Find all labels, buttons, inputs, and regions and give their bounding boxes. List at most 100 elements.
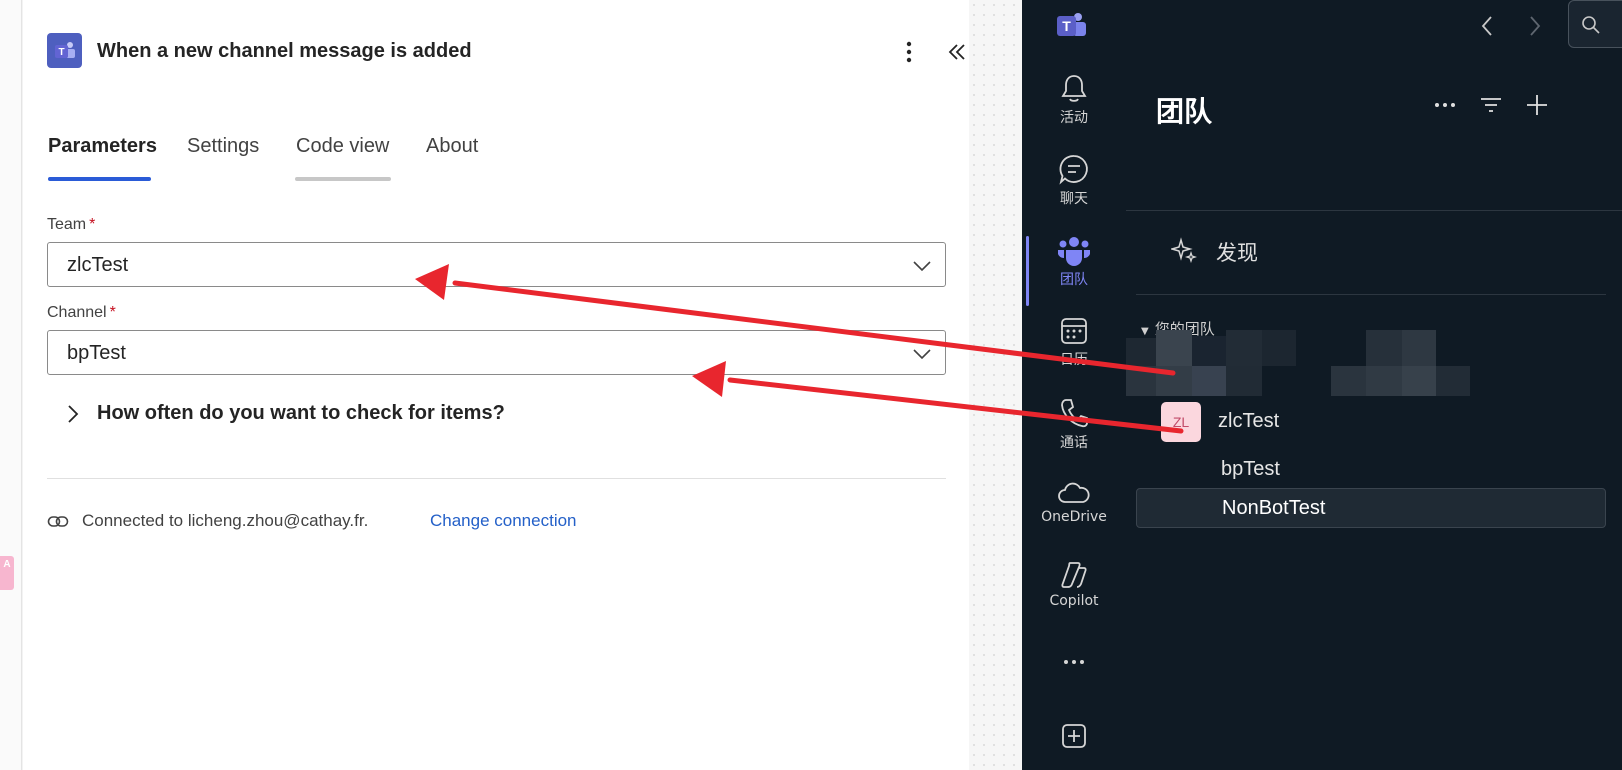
connection-text: Connected to licheng.zhou@cathay.fr.	[82, 511, 369, 530]
rail-label: 通话	[1060, 435, 1088, 451]
redacted-block	[1402, 330, 1436, 366]
redacted-block	[1192, 366, 1226, 396]
tab-active-indicator	[48, 177, 151, 181]
rail-chat[interactable]: 聊天	[1022, 153, 1126, 223]
more-options-button[interactable]	[899, 37, 919, 67]
change-connection-link[interactable]: Change connection	[430, 511, 577, 531]
tab-code-view[interactable]: Code view	[296, 135, 389, 158]
teams-logo-icon: T	[47, 33, 82, 68]
channel-dropdown-value: bpTest	[67, 342, 126, 364]
tab-settings[interactable]: Settings	[187, 135, 259, 158]
filter-icon	[1481, 98, 1501, 112]
back-arrow-icon[interactable]	[1480, 14, 1494, 38]
plus-icon	[1527, 95, 1547, 115]
teams-list-pane: 团队 发现 ▼ 您的团队 ZL zlcTest bpTest NonBotTes…	[1126, 60, 1622, 770]
svg-text:T: T	[58, 47, 64, 58]
search-box[interactable]	[1568, 0, 1622, 48]
double-chevron-left-icon	[948, 44, 965, 60]
redacted-block	[1226, 330, 1262, 366]
collapse-panel-button[interactable]	[942, 37, 972, 67]
filter-button[interactable]	[1476, 90, 1506, 120]
link-icon	[47, 516, 69, 527]
action-config-panel: T When a new channel message is added Pa…	[23, 0, 969, 770]
rail-label: 团队	[1060, 272, 1088, 288]
channel-label-text: Channel	[47, 304, 107, 321]
caret-down-icon: ▼	[1141, 326, 1149, 337]
calendar-icon	[1061, 318, 1087, 344]
rail-label: 聊天	[1060, 191, 1088, 207]
forward-arrow-icon[interactable]	[1528, 14, 1542, 38]
svg-text:T: T	[1062, 18, 1071, 34]
chevron-down-icon	[913, 349, 931, 360]
add-square-icon	[1062, 724, 1086, 748]
tab-parameters[interactable]: Parameters	[48, 135, 157, 158]
cloud-icon	[1058, 482, 1090, 503]
rail-label: OneDrive	[1041, 509, 1107, 525]
redacted-block	[1156, 366, 1192, 396]
rail-add-app[interactable]	[1022, 722, 1126, 762]
tab-about[interactable]: About	[426, 135, 478, 158]
list-separator	[1126, 210, 1622, 211]
search-icon	[1582, 16, 1600, 34]
tab-hover-indicator	[295, 177, 391, 181]
team-avatar: ZL	[1161, 402, 1201, 442]
redacted-block	[1262, 330, 1296, 366]
channel-item[interactable]: bpTest	[1136, 448, 1606, 490]
teams-title-bar: T	[1022, 0, 1622, 60]
rail-active-indicator	[1026, 236, 1029, 306]
side-tag[interactable]: A	[0, 556, 14, 590]
list-more-button[interactable]	[1430, 90, 1460, 120]
more-vertical-icon	[906, 41, 912, 63]
redacted-block	[1366, 366, 1402, 396]
redacted-block	[1192, 336, 1226, 366]
chat-icon	[1059, 155, 1088, 185]
screenshot-root: A T When a new channel message is added	[0, 0, 1622, 770]
required-mark: *	[109, 304, 116, 321]
channel-item-selected[interactable]: NonBotTest	[1136, 488, 1606, 528]
rail-activity[interactable]: 活动	[1022, 72, 1126, 142]
channel-name: NonBotTest	[1222, 497, 1326, 519]
channel-label: Channel *	[47, 304, 116, 322]
panel-header: T When a new channel message is added	[47, 33, 965, 69]
phone-icon	[1061, 399, 1088, 428]
divider	[47, 478, 946, 479]
rail-more-apps[interactable]	[1022, 652, 1126, 682]
teams-people-icon	[1058, 237, 1090, 266]
rail-calendar[interactable]: 日历	[1022, 316, 1126, 386]
discover-label: 发现	[1216, 241, 1258, 265]
team-dropdown[interactable]: zlcTest	[47, 242, 946, 287]
expander-label: How often do you want to check for items…	[97, 402, 505, 424]
add-team-button[interactable]	[1522, 90, 1552, 120]
teams-app-icon: T	[1057, 13, 1086, 36]
team-name: zlcTest	[1218, 410, 1280, 432]
channel-name: bpTest	[1221, 458, 1280, 480]
designer-left-edge	[0, 0, 22, 770]
list-separator	[1136, 294, 1606, 295]
chevron-down-icon	[913, 261, 931, 272]
redacted-block	[1366, 330, 1402, 366]
channel-dropdown[interactable]: bpTest	[47, 330, 946, 375]
required-mark: *	[89, 216, 96, 233]
team-label-text: Team	[47, 216, 87, 233]
rail-teams[interactable]: 团队	[1022, 234, 1126, 304]
team-dropdown-value: zlcTest	[67, 254, 129, 276]
more-horizontal-icon	[1064, 660, 1084, 664]
redacted-block	[1126, 366, 1156, 396]
rail-onedrive[interactable]: OneDrive	[1022, 480, 1126, 550]
redacted-block	[1436, 366, 1470, 396]
list-title: 团队	[1156, 95, 1213, 128]
bell-icon	[1061, 75, 1087, 102]
teams-window: T 活动 聊天 团队 日历 通话 OneDrive Copilot 团队 发现 …	[1022, 0, 1622, 770]
redacted-block	[1226, 366, 1262, 396]
redacted-block	[1156, 330, 1192, 366]
copilot-icon	[1061, 562, 1087, 588]
designer-canvas[interactable]	[969, 0, 1022, 770]
team-item[interactable]: ZL zlcTest	[1136, 400, 1606, 442]
rail-calls[interactable]: 通话	[1022, 397, 1126, 467]
rail-copilot[interactable]: Copilot	[1022, 560, 1126, 630]
redacted-block	[1402, 366, 1436, 396]
chevron-right-icon	[68, 405, 79, 423]
redacted-block	[1331, 366, 1367, 396]
rail-label: Copilot	[1049, 593, 1099, 609]
sparkle-icon	[1171, 237, 1197, 263]
